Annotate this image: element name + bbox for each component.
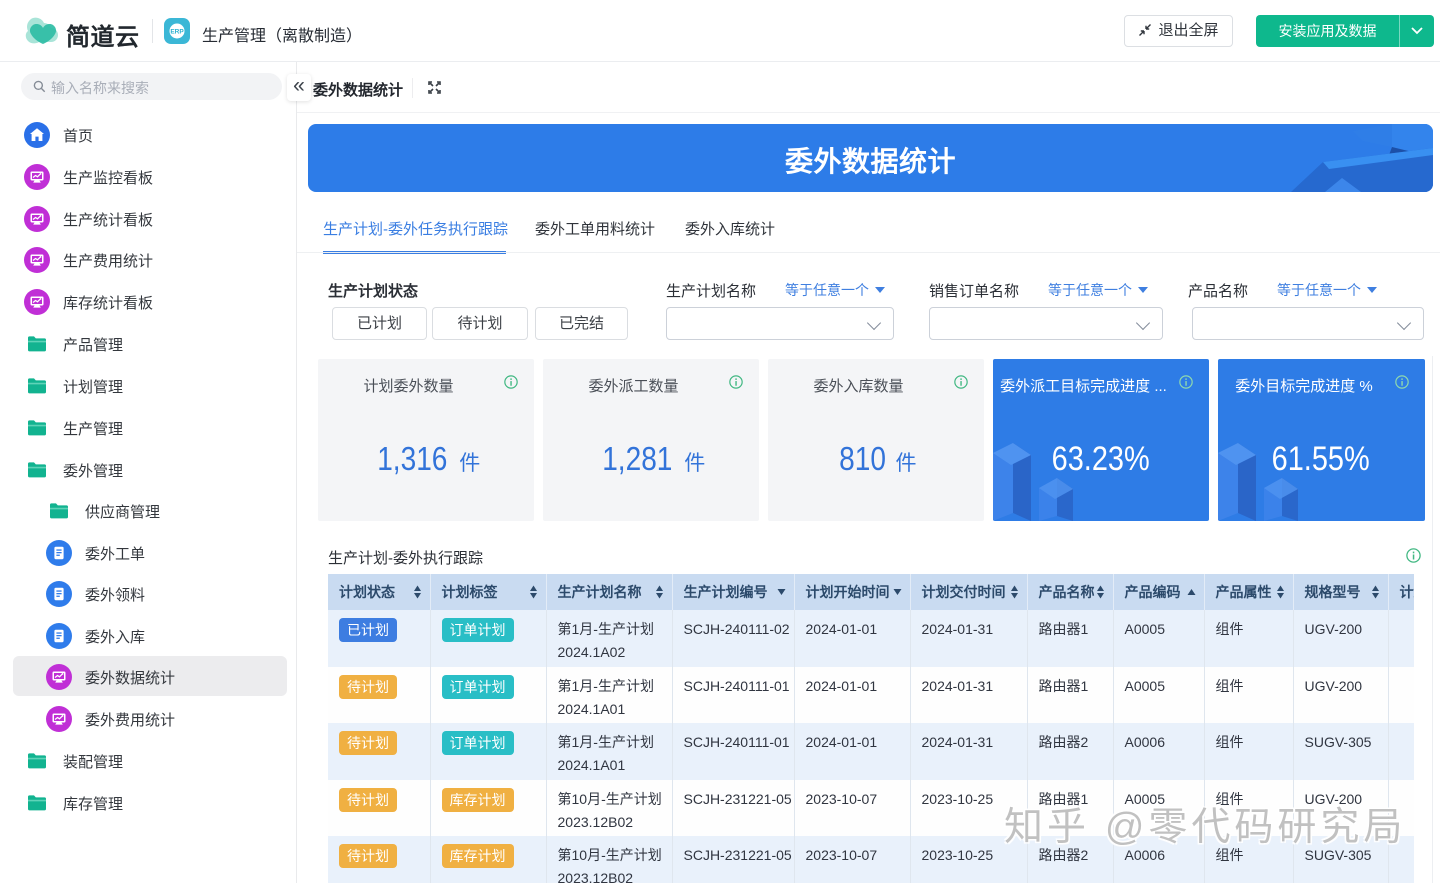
svg-text:ERP: ERP	[170, 29, 184, 36]
